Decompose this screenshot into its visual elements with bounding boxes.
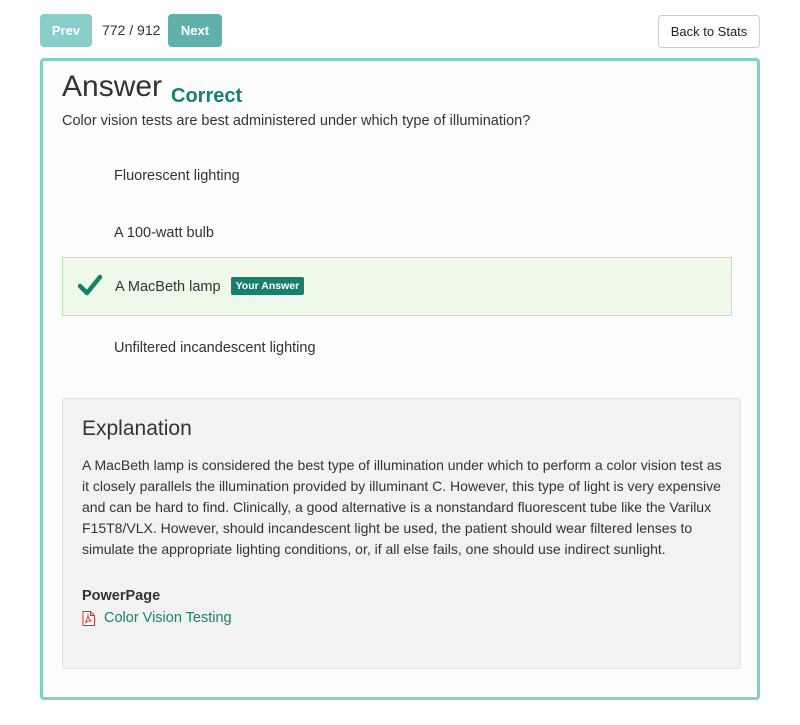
result-status: Correct (171, 85, 243, 107)
question-navigation: Prev 772 / 912 Next Back to Stats (40, 14, 760, 48)
next-button[interactable]: Next (168, 14, 222, 47)
pdf-icon (82, 610, 95, 626)
choice-label: A 100-watt bulb (114, 224, 214, 241)
choice-text: A MacBeth lamp (115, 278, 221, 295)
answer-choice: Unfiltered incandescent lighting (62, 319, 732, 376)
powerpage-label: PowerPage (82, 588, 161, 604)
answer-choice-selected: A MacBeth lamp Your Answer (62, 257, 732, 316)
answer-choice: Fluorescent lighting (62, 147, 732, 204)
choice-label: Fluorescent lighting (114, 167, 240, 184)
choice-label: Unfiltered incandescent lighting (114, 339, 316, 356)
back-to-stats-button[interactable]: Back to Stats (658, 15, 760, 48)
prev-button[interactable]: Prev (40, 14, 92, 47)
your-answer-badge: Your Answer (230, 276, 305, 295)
explanation-heading: Explanation (82, 417, 192, 440)
explanation-panel: Explanation A MacBeth lamp is considered… (62, 398, 741, 669)
powerpage-link[interactable]: Color Vision Testing (82, 610, 232, 626)
question-counter: 772 / 912 (102, 22, 161, 38)
powerpage-link-text[interactable]: Color Vision Testing (104, 610, 232, 626)
explanation-text: A MacBeth lamp is considered the best ty… (82, 457, 722, 557)
answer-choice: A 100-watt bulb (62, 204, 732, 261)
checkmark-icon (78, 274, 102, 296)
question-text: Color vision tests are best administered… (62, 113, 531, 129)
answer-card: Answer Correct Color vision tests are be… (40, 58, 760, 700)
answer-heading: Answer (62, 70, 163, 103)
choice-label: A MacBeth lamp Your Answer (115, 276, 305, 296)
